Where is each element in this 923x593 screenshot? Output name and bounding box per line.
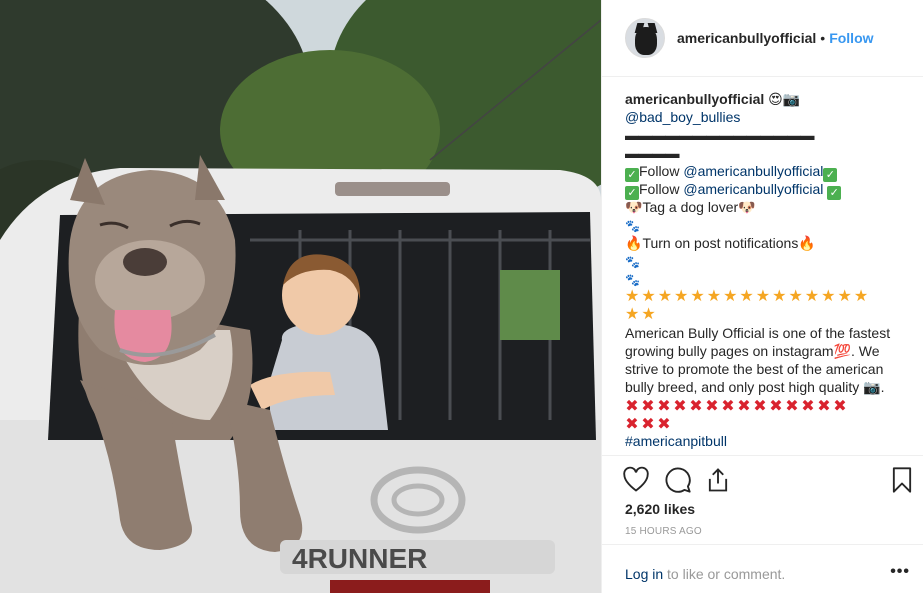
post-photo[interactable]: 4RUNNER: [0, 0, 601, 593]
star-icon: ★: [739, 288, 754, 305]
caption-description: American Bully Official is one of the fa…: [625, 325, 891, 395]
cross-mark-icon: ✖: [641, 416, 655, 433]
cross-mark-icon: ✖: [769, 398, 783, 415]
cross-mark-icon: ✖: [657, 416, 671, 433]
caption-dash-line-2: ▬▬▬▬: [625, 145, 680, 161]
login-prompt: Log in to like or comment.: [625, 566, 785, 582]
cross-mark-icon: ✖: [801, 398, 815, 415]
cross-mark-icon: ✖: [673, 398, 687, 415]
star-icon: ★: [641, 306, 656, 323]
actions-area: 2,620 likes 15 HOURS AGO Log in to like …: [602, 455, 923, 593]
paw-prints-icon: 🐾: [625, 219, 640, 233]
caption-tag-line: @bad_boy_bullies: [625, 108, 900, 126]
caption-mention-americanbullyofficial[interactable]: @americanbullyofficial: [683, 181, 823, 197]
caption-notifications: Turn on post notifications: [642, 235, 799, 251]
star-icon: ★: [657, 288, 673, 305]
caption-cross-row-1: ✖ ✖ ✖ ✖ ✖ ✖ ✖ ✖ ✖ ✖ ✖ ✖ ✖ ✖: [625, 396, 900, 415]
vehicle-badge-text: 4RUNNER: [292, 543, 427, 574]
star-icon: ★: [625, 288, 640, 305]
caption-paw-line: 🐾: [625, 216, 900, 234]
cross-mark-icon: ✖: [625, 398, 639, 415]
caption-tag-lover: Tag a dog lover: [642, 199, 739, 215]
cross-mark-icon: ✖: [625, 416, 639, 433]
cross-mark-icon: ✖: [753, 398, 767, 415]
star-icon: ★: [641, 288, 656, 305]
caption-star-row-2: ★ ★: [625, 306, 900, 324]
likes-count[interactable]: 2,620 likes: [625, 501, 695, 517]
caption-tag-lover-line: 🐶Tag a dog lover🐶: [625, 198, 900, 216]
bookmark-icon[interactable]: [888, 466, 916, 494]
post-header: americanbullyofficial • Follow: [602, 0, 923, 77]
caption-dash-line-1: ▬▬▬▬▬▬▬▬▬▬▬▬▬▬: [625, 127, 815, 143]
caption-cross-row-2: ✖ ✖ ✖: [625, 414, 900, 433]
caption-follow-line-2: ✓ Follow @americanbullyofficial ✓: [625, 180, 900, 200]
cross-mark-icon: ✖: [817, 398, 831, 415]
caption-follow-line-1: ✓ Follow @americanbullyofficial ✓: [625, 162, 900, 182]
cross-mark-icon: ✖: [785, 398, 799, 415]
star-icon: ★: [755, 288, 771, 305]
caption-notifications-line: 🔥Turn on post notifications🔥: [625, 234, 900, 252]
hashtag-americanpitbull[interactable]: #americanpitbull: [625, 433, 727, 449]
caption-username-emojis: 😍📷: [768, 91, 801, 107]
cross-mark-icon: ✖: [721, 398, 735, 415]
paw-prints-icon: 🐾: [625, 273, 640, 287]
caption: americanbullyofficial 😍📷 @bad_boy_bullie…: [625, 90, 900, 453]
photo-dog-and-child-in-suv: 4RUNNER: [0, 0, 601, 593]
star-icon: ★: [837, 288, 852, 305]
cross-mark-icon: ✖: [833, 398, 847, 415]
caption-mention-americanbullyofficial[interactable]: @americanbullyofficial: [683, 163, 823, 179]
caption-follow-prefix: Follow: [639, 163, 684, 179]
cross-mark-icon: ✖: [689, 398, 703, 415]
cross-mark-icon: ✖: [641, 398, 655, 415]
caption-star-row-1: ★ ★ ★ ★ ★ ★ ★ ★ ★ ★ ★ ★ ★ ★ ★: [625, 288, 900, 306]
star-icon: ★: [706, 288, 722, 305]
caption-username[interactable]: americanbullyofficial: [625, 91, 764, 107]
star-icon: ★: [772, 288, 787, 305]
star-icon: ★: [690, 288, 705, 305]
comment-icon[interactable]: [664, 466, 692, 494]
check-icon: ✓: [827, 186, 842, 200]
caption-mention-bad-boy-bullies[interactable]: @bad_boy_bullies: [625, 109, 740, 125]
login-link[interactable]: Log in: [625, 566, 663, 582]
fire-icon: 🔥: [798, 235, 816, 251]
header-separator: •: [820, 30, 826, 46]
star-icon: ★: [625, 306, 640, 323]
post-side-panel: americanbullyofficial • Follow americanb…: [601, 0, 923, 593]
star-icon: ★: [804, 288, 820, 305]
share-icon[interactable]: [704, 466, 732, 494]
dog-face-icon: 🐶: [738, 199, 756, 215]
caption-paw-line: 🐾: [625, 270, 900, 288]
action-icons-row: [622, 466, 912, 494]
avatar-dog-head: [635, 27, 657, 55]
cross-mark-icon: ✖: [737, 398, 751, 415]
star-icon: ★: [853, 288, 869, 305]
header-username[interactable]: americanbullyofficial: [677, 30, 816, 46]
avatar[interactable]: [625, 18, 665, 58]
paw-prints-icon: 🐾: [625, 255, 640, 269]
cross-mark-icon: ✖: [705, 398, 719, 415]
star-icon: ★: [821, 288, 836, 305]
star-icon: ★: [723, 288, 738, 305]
star-icon: ★: [788, 288, 803, 305]
login-row: Log in to like or comment. •••: [602, 544, 923, 593]
login-prompt-rest: to like or comment.: [663, 566, 786, 582]
more-options-icon[interactable]: •••: [890, 563, 910, 581]
cross-mark-icon: ✖: [657, 398, 671, 415]
star-icon: ★: [674, 288, 689, 305]
caption-paw-line: 🐾: [625, 252, 900, 270]
fire-icon: 🔥: [625, 235, 643, 251]
follow-button[interactable]: Follow: [829, 30, 873, 46]
caption-hashtag-line: #americanpitbull: [625, 432, 900, 450]
caption-author-line: americanbullyofficial 😍📷: [625, 90, 900, 108]
caption-follow-prefix: Follow: [639, 181, 684, 197]
heart-icon[interactable]: [622, 466, 650, 494]
dog-face-icon: 🐶: [625, 199, 643, 215]
post-timestamp[interactable]: 15 HOURS AGO: [625, 526, 702, 537]
